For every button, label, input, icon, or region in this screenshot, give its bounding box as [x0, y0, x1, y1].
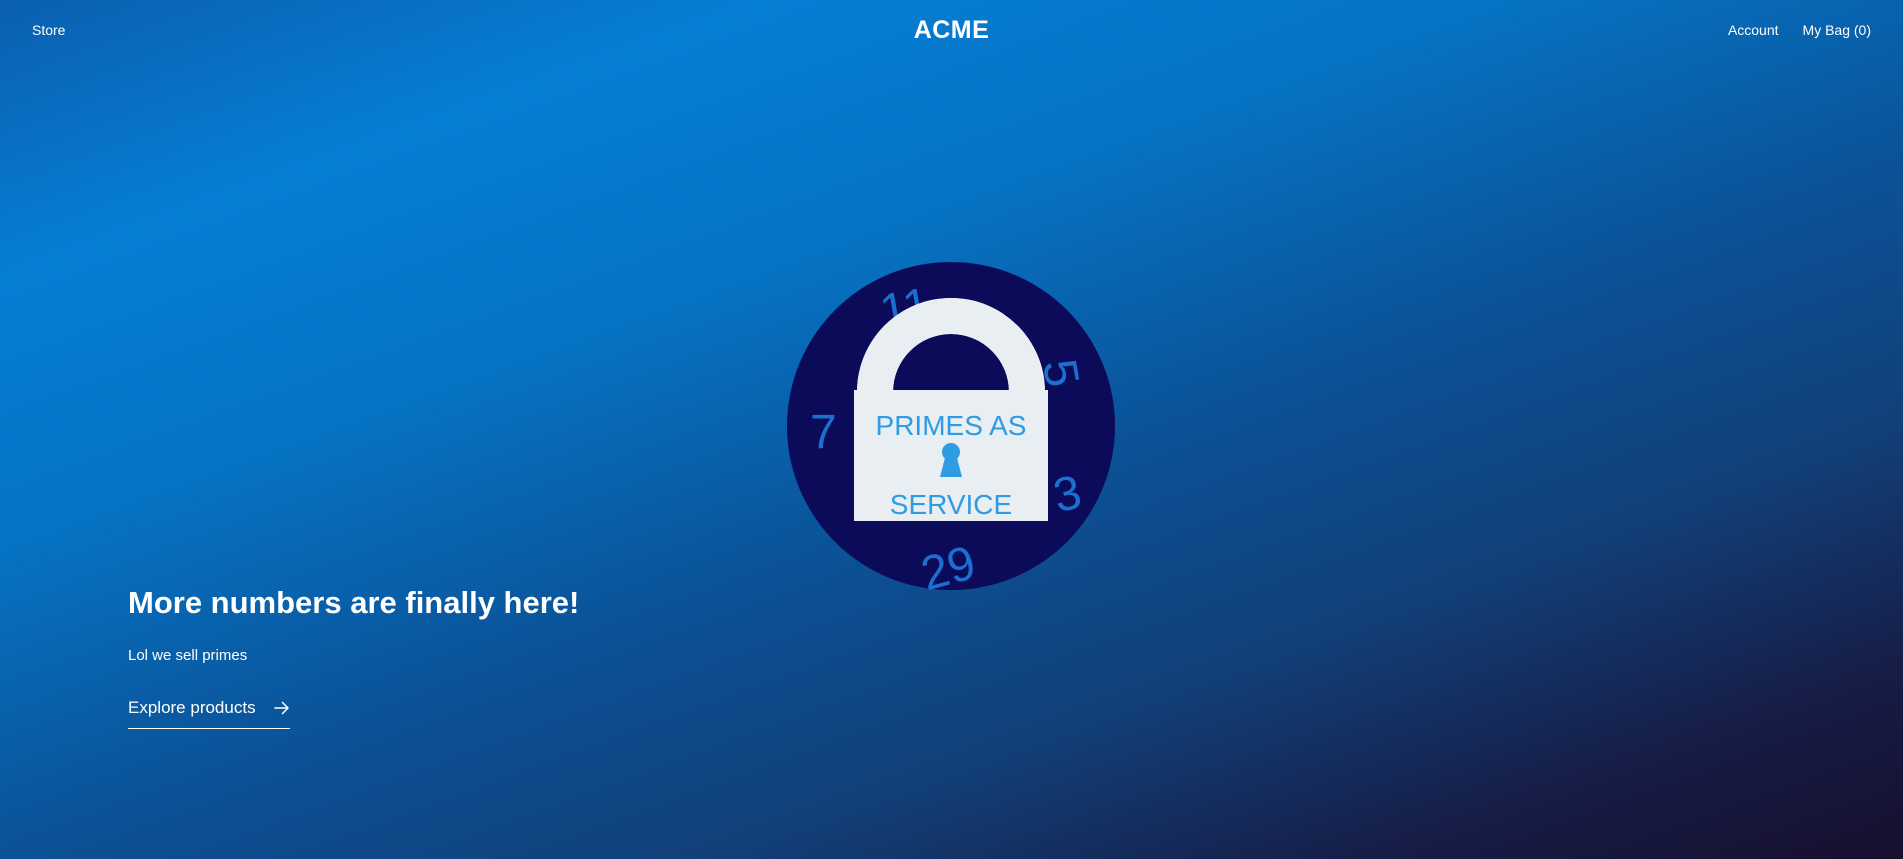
explore-products-label: Explore products: [128, 698, 256, 717]
nav-bag-link[interactable]: My Bag (0): [1803, 22, 1871, 38]
hero-text: More numbers are finally here! Lol we se…: [128, 584, 828, 729]
logo-text-line2: SERVICE: [890, 489, 1012, 520]
brand-logo: ACME: [0, 16, 1903, 45]
logo-text-line1: PRIMES AS: [876, 410, 1027, 441]
explore-products-link[interactable]: Explore products: [128, 698, 290, 729]
number-7: 7: [810, 406, 837, 459]
hero-subtitle: Lol we sell primes: [128, 647, 248, 664]
arrow-right-icon: [273, 701, 289, 715]
brand-name[interactable]: ACME: [914, 16, 990, 44]
nav-account-link[interactable]: Account: [1728, 22, 1779, 38]
nav-right: Account My Bag (0): [1728, 22, 1871, 38]
site-header: Store ACME Account My Bag (0): [0, 0, 1903, 64]
hero-title: More numbers are finally here!: [128, 585, 580, 620]
primes-as-service-logo: 11 5 7 3 29 PRIMES AS SERVICE: [787, 262, 1115, 590]
